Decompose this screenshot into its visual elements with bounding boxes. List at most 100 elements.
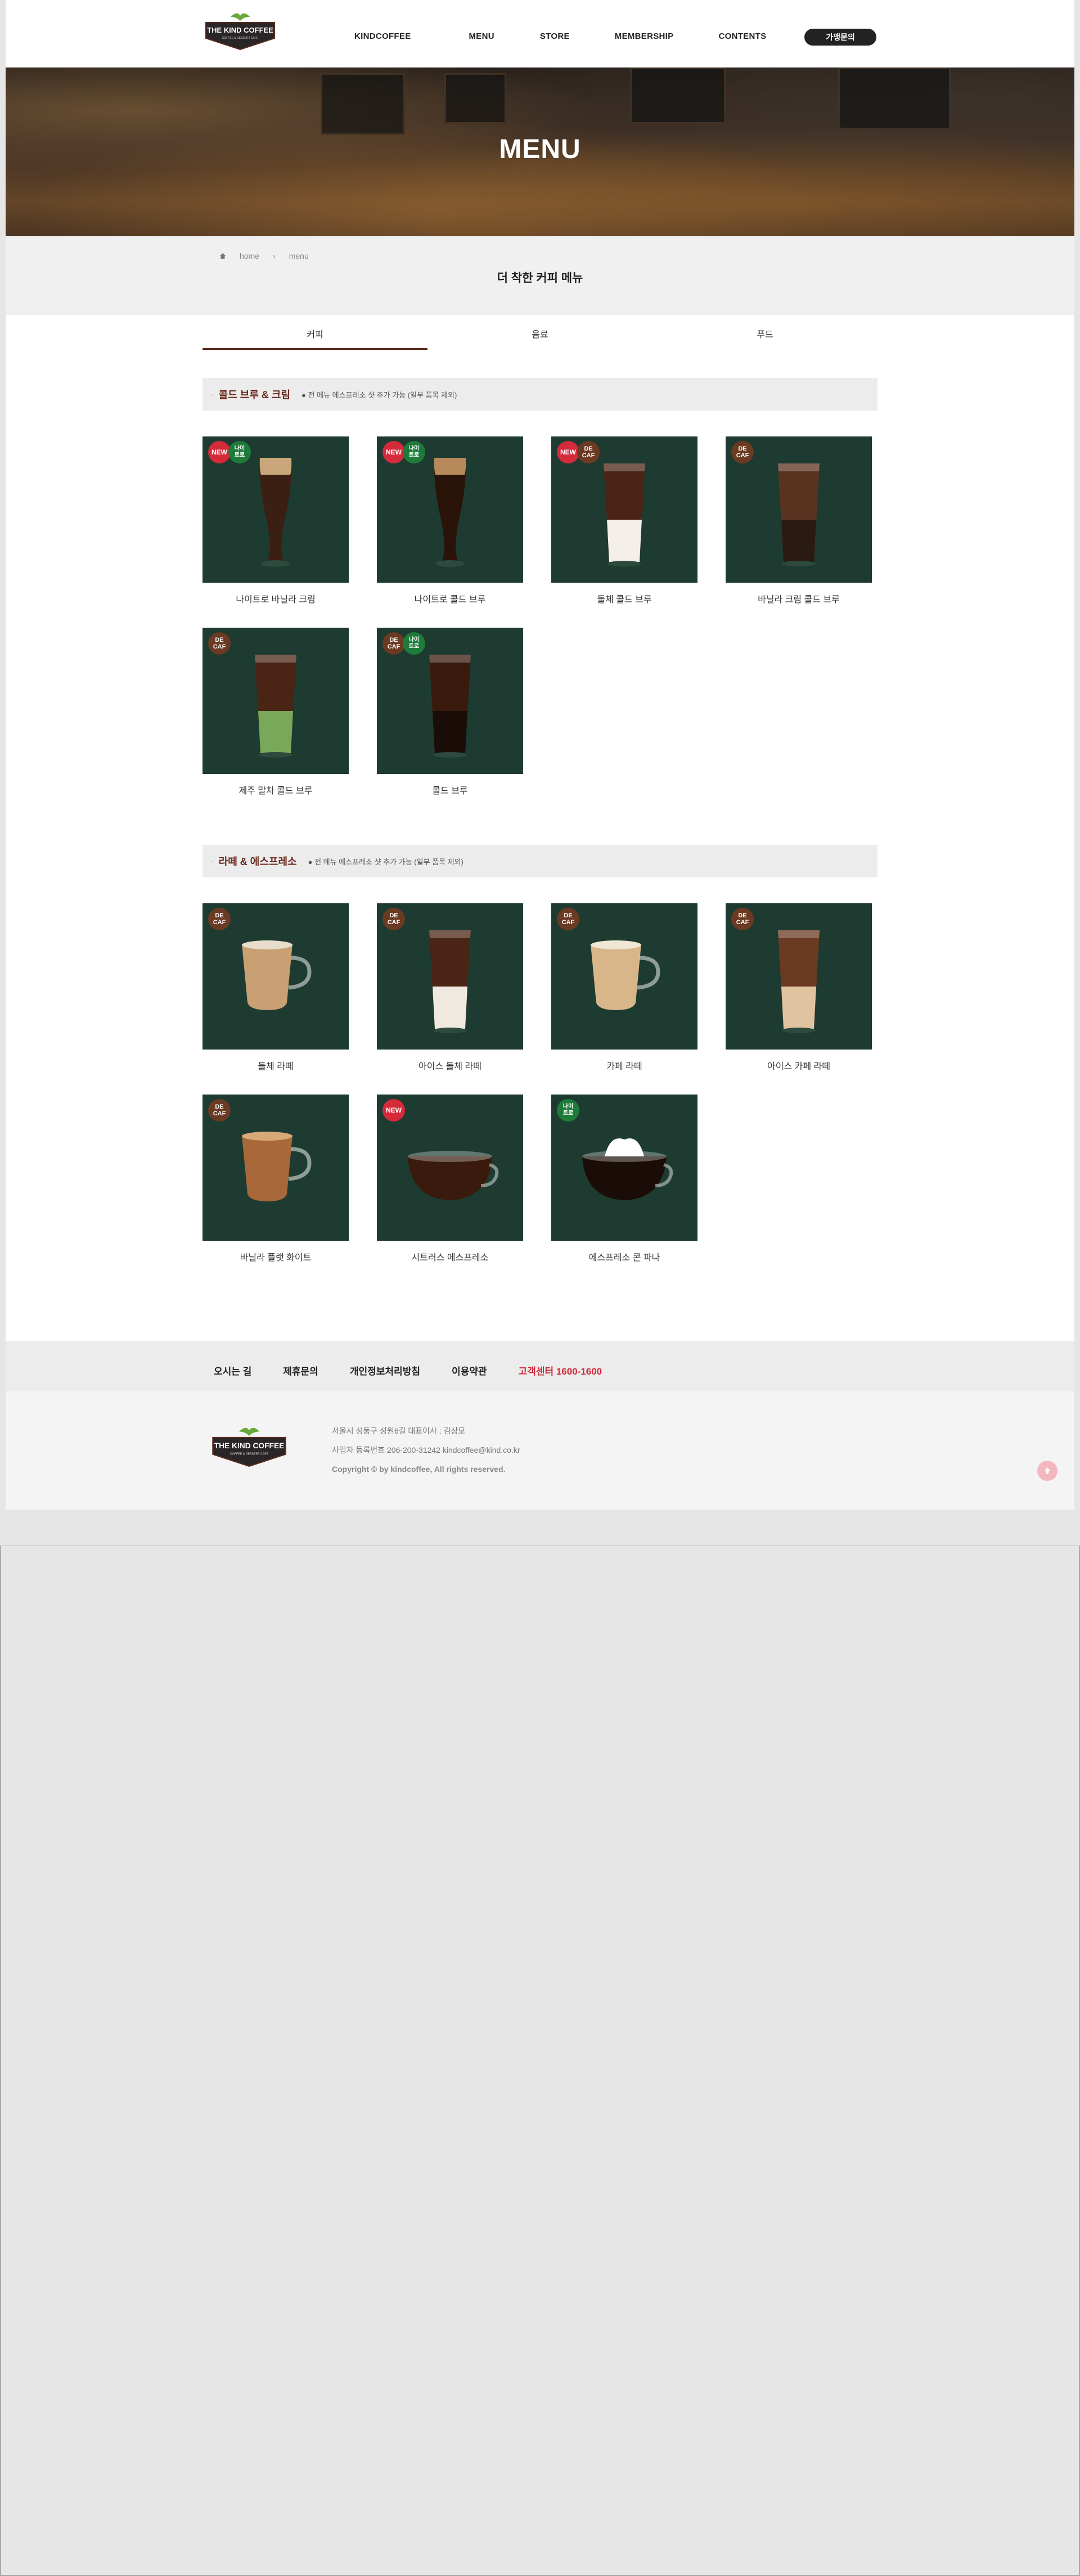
new-badge: NEW: [382, 441, 405, 463]
breadcrumb-home[interactable]: home: [240, 251, 259, 260]
breadcrumb-current: menu: [289, 251, 309, 260]
main-nav: KINDCOFFEE MENU STORE MEMBERSHIP CONTENT…: [354, 31, 766, 41]
product-card[interactable]: NEW 나이 트로 나이트로 바닐라 크림: [202, 436, 349, 605]
product-name[interactable]: 아이스 돌체 라떼: [377, 1059, 523, 1072]
product-badges: DE CAF: [208, 908, 231, 930]
product-image[interactable]: NEW 나이 트로: [377, 436, 523, 583]
nav-membership[interactable]: MEMBERSHIP: [615, 31, 674, 41]
product-name[interactable]: 제주 말차 콜드 브루: [202, 783, 349, 796]
nitro-badge: 나이 트로: [557, 1099, 579, 1122]
product-grid: NEW 나이 트로 나이트로 바닐라 크림 NEW 나이 트로 나이트로 콜드 브루 N…: [202, 436, 878, 819]
product-card[interactable]: DE CAF 바닐라 플랫 화이트: [202, 1095, 349, 1263]
product-image[interactable]: 나이 트로: [551, 1095, 698, 1241]
nav-store[interactable]: STORE: [540, 31, 570, 41]
franchise-inquiry-button[interactable]: 가맹문의: [804, 29, 876, 46]
footer-link-partnership[interactable]: 제휴문의: [283, 1363, 318, 1377]
footer-link-privacy[interactable]: 개인정보처리방침: [350, 1363, 420, 1377]
footer-logo-subtext: COFFEE & DESSERT CAFE: [230, 1453, 269, 1456]
product-card[interactable]: DE CAF 바닐라 크림 콜드 브루: [726, 436, 872, 605]
new-badge: NEW: [208, 441, 231, 463]
product-badges: DE CAF: [557, 908, 579, 930]
product-name[interactable]: 바닐라 크림 콜드 브루: [726, 592, 872, 605]
product-image[interactable]: DE CAF: [551, 903, 698, 1050]
product-badges: NEW 나이 트로: [208, 441, 251, 463]
decaf-badge: DE CAF: [208, 632, 231, 655]
logo-text: THE KIND COFFEE: [207, 26, 273, 34]
product-card[interactable]: NEW 나이 트로 나이트로 콜드 브루: [377, 436, 523, 605]
content: 커피 음료 푸드 · 콜드 브루 & 크림 ● 전 메뉴 에스프레소 샷 추가 …: [202, 315, 878, 1286]
home-icon[interactable]: [219, 253, 226, 259]
footer-logo-text: THE KIND COFFEE: [214, 1442, 285, 1450]
product-image[interactable]: DE CAF: [202, 903, 349, 1050]
product-card[interactable]: DE CAF 제주 말차 콜드 브루: [202, 628, 349, 796]
nav-contents[interactable]: CONTENTS: [718, 31, 766, 41]
section-title: 라떼 & 에스프레소: [218, 856, 297, 867]
product-name[interactable]: 돌체 라떼: [202, 1059, 349, 1072]
page-subheader: home › menu 더 착한 커피 메뉴: [6, 236, 1074, 315]
product-badges: 나이 트로: [557, 1099, 579, 1122]
scroll-top-button[interactable]: [1037, 1461, 1058, 1481]
footer-link-terms[interactable]: 이용약관: [452, 1363, 487, 1377]
product-image[interactable]: DE CAF 나이 트로: [377, 628, 523, 774]
footer-links: 오시는 길 제휴문의 개인정보처리방침 이용약관 고객센터 1600-1600: [214, 1363, 633, 1377]
product-name[interactable]: 카페 라떼: [551, 1059, 698, 1072]
nav-kindcoffee[interactable]: KINDCOFFEE: [354, 31, 411, 41]
product-image[interactable]: DE CAF: [726, 436, 872, 583]
product-name[interactable]: 시트러스 에스프레소: [377, 1250, 523, 1263]
logo-subtext: COFFEE & DESSERT CAFE: [222, 37, 259, 40]
product-card[interactable]: DE CAF 아이스 돌체 라떼: [377, 903, 523, 1072]
hero-chalkboard: [630, 67, 726, 124]
new-badge: NEW: [382, 1099, 405, 1122]
section-header-cold-brew: · 콜드 브루 & 크림 ● 전 메뉴 에스프레소 샷 추가 가능 (일부 품목…: [202, 378, 878, 411]
footer-link-directions[interactable]: 오시는 길: [214, 1363, 251, 1377]
product-name[interactable]: 돌체 콜드 브루: [551, 592, 698, 605]
page: THE KIND COFFEE COFFEE & DESSERT CAFE KI…: [6, 0, 1074, 1510]
product-name[interactable]: 콜드 브루: [377, 783, 523, 796]
bullet-icon: ·: [212, 390, 214, 399]
product-name[interactable]: 나이트로 콜드 브루: [377, 592, 523, 605]
decaf-badge: DE CAF: [731, 441, 754, 463]
product-image[interactable]: DE CAF: [726, 903, 872, 1050]
hero-banner: MENU: [6, 67, 1074, 236]
product-badges: DE CAF 나이 트로: [382, 632, 425, 655]
product-card[interactable]: DE CAF 돌체 라떼: [202, 903, 349, 1072]
product-card[interactable]: DE CAF 나이 트로 콜드 브루: [377, 628, 523, 796]
footer-address: 서울시 성동구 성원6길 대표이사 : 김상모: [332, 1426, 466, 1435]
viewport-frame: [0, 1546, 1080, 2576]
product-badges: DE CAF: [731, 908, 754, 930]
product-badges: DE CAF: [382, 908, 405, 930]
brand-logo[interactable]: THE KIND COFFEE COFFEE & DESSERT CAFE: [202, 12, 278, 52]
product-card[interactable]: NEW DE CAF 돌체 콜드 브루: [551, 436, 698, 605]
product-image[interactable]: NEW DE CAF: [551, 436, 698, 583]
section-note: ● 전 메뉴 에스프레소 샷 추가 가능 (일부 품목 제외): [302, 390, 457, 399]
section-title: 콜드 브루 & 크림: [218, 389, 291, 400]
product-image[interactable]: NEW: [377, 1095, 523, 1241]
tab-food[interactable]: 푸드: [652, 315, 878, 350]
tab-beverage[interactable]: 음료: [428, 315, 652, 350]
footer-customer-center[interactable]: 고객센터 1600-1600: [519, 1363, 602, 1377]
chevron-right-icon: ›: [273, 251, 276, 260]
hero-chalkboard: [444, 73, 506, 124]
product-card[interactable]: NEW 시트러스 에스프레소: [377, 1095, 523, 1263]
product-image[interactable]: DE CAF: [377, 903, 523, 1050]
nitro-badge: 나이 트로: [403, 441, 425, 463]
footer-company-info: 서울시 성동구 성원6길 대표이사 : 김상모 사업자 등록번호 206-200…: [332, 1421, 520, 1479]
product-card[interactable]: 나이 트로 에스프레소 콘 파나: [551, 1095, 698, 1263]
product-name[interactable]: 바닐라 플랫 화이트: [202, 1250, 349, 1263]
product-image[interactable]: DE CAF: [202, 628, 349, 774]
product-image[interactable]: DE CAF: [202, 1095, 349, 1241]
product-grid: DE CAF 돌체 라떼 DE CAF 아이스 돌체 라떼 DE CAF 카페 라떼 …: [202, 903, 878, 1286]
product-card[interactable]: DE CAF 카페 라떼: [551, 903, 698, 1072]
product-image[interactable]: NEW 나이 트로: [202, 436, 349, 583]
decaf-badge: DE CAF: [577, 441, 600, 463]
footer-business-number: 사업자 등록번호 206-200-31242 kindcoffee@kind.c…: [332, 1445, 520, 1454]
decaf-badge: DE CAF: [557, 908, 579, 930]
product-name[interactable]: 에스프레소 콘 파나: [551, 1250, 698, 1263]
product-name[interactable]: 나이트로 바닐라 크림: [202, 592, 349, 605]
breadcrumb: home › menu: [219, 251, 309, 260]
tab-coffee[interactable]: 커피: [202, 315, 428, 350]
product-card[interactable]: DE CAF 아이스 카페 라떼: [726, 903, 872, 1072]
nav-menu[interactable]: MENU: [469, 31, 494, 41]
hero-title: MENU: [499, 134, 581, 164]
product-name[interactable]: 아이스 카페 라떼: [726, 1059, 872, 1072]
